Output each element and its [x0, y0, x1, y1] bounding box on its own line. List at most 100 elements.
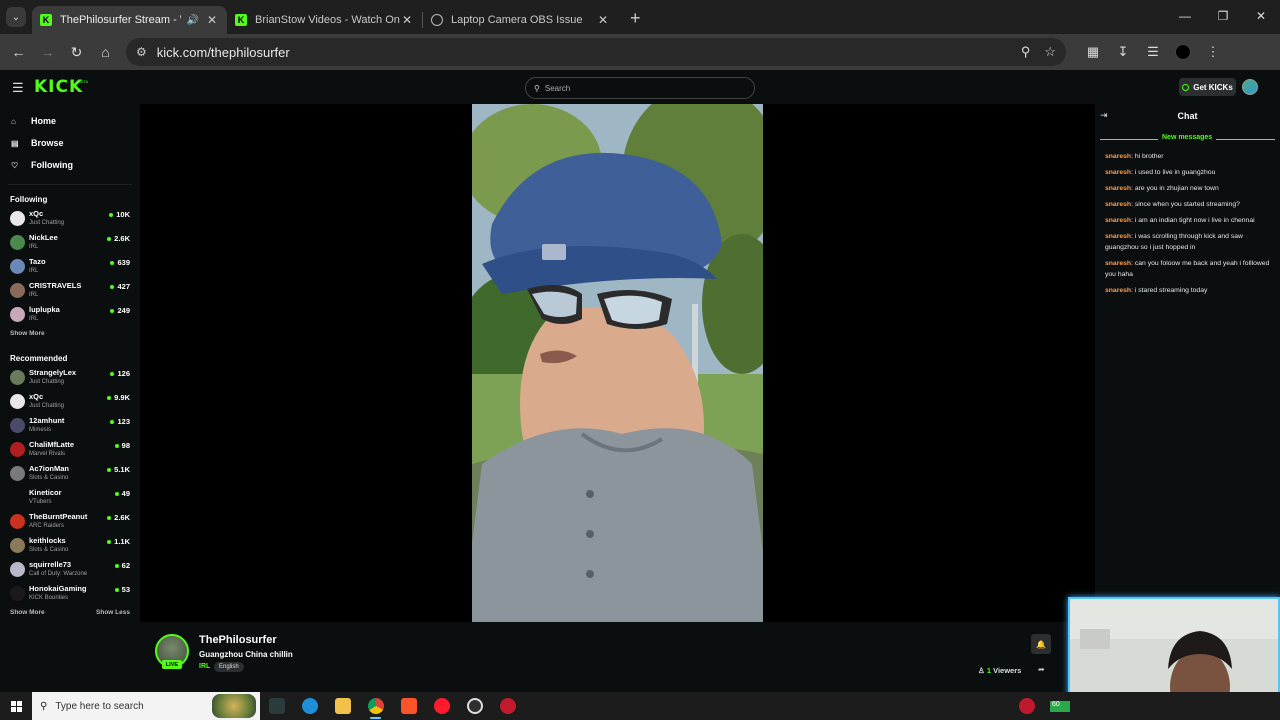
viewer-count-value: 62	[121, 561, 130, 570]
sidebar-channel-item[interactable]: 12amhunt Mimesis 123	[0, 414, 140, 438]
sidebar-channel-item[interactable]: StrangelyLex Just Chatting 126	[0, 366, 140, 390]
chat-username[interactable]: snaresh	[1105, 260, 1131, 267]
sidebar-channel-item[interactable]: Ac7ionMan Slots & Casino 5.1K	[0, 462, 140, 486]
sidebar-channel-item[interactable]: TheBurntPeanut ARC Raiders 2.6K	[0, 510, 140, 534]
chat-message: snaresh: since when you started streamin…	[1105, 201, 1240, 208]
chat-username[interactable]: snaresh	[1105, 169, 1131, 176]
window-close-icon[interactable]: ✕	[1242, 0, 1280, 32]
close-tab-icon[interactable]: ✕	[596, 13, 610, 27]
live-dot-icon	[114, 443, 119, 448]
sidebar-item-home[interactable]: ⌂ Home	[0, 110, 140, 132]
tray-record-icon[interactable]	[1019, 698, 1035, 714]
home-icon[interactable]: ⌂	[91, 44, 120, 60]
stream-video-frame[interactable]	[472, 104, 763, 622]
sidebar-channel-item[interactable]: xQc Just Chatting 9.9K	[0, 390, 140, 414]
sidebar-channel-item[interactable]: luplupka IRL 249	[0, 303, 140, 327]
chat-username[interactable]: snaresh	[1105, 201, 1131, 208]
window-controls: — ❐ ✕	[1166, 0, 1280, 32]
download-icon[interactable]: ↧	[1108, 44, 1138, 60]
minimize-icon[interactable]: —	[1166, 0, 1204, 32]
chat-username[interactable]: snaresh	[1105, 233, 1131, 240]
chat-title: Chat	[1177, 111, 1198, 121]
site-settings-icon[interactable]: ⚙	[136, 45, 147, 59]
sidebar-channel-item[interactable]: xQc Just Chatting 10K	[0, 207, 140, 231]
sidebar-channel-item[interactable]: ChaliMfLatte Marvel Rivals 98	[0, 438, 140, 462]
taskbar-app-terminal[interactable]	[260, 692, 293, 720]
taskbar-app-explorer[interactable]	[326, 692, 359, 720]
start-button[interactable]	[0, 692, 32, 720]
sidebar-item-browse[interactable]: ▤ Browse	[0, 132, 140, 154]
chat-username[interactable]: snaresh	[1105, 217, 1131, 224]
sidebar-channel-item[interactable]: CRISTRAVELS IRL 427	[0, 279, 140, 303]
notification-bell-button[interactable]: 🔔	[1031, 634, 1051, 654]
speaker-icon[interactable]: 🔊	[187, 15, 199, 26]
chat-message: snaresh: i was scrolling through kick an…	[1105, 233, 1243, 251]
sidebar-item-label: Following	[31, 160, 73, 170]
taskbar-app-opera[interactable]	[425, 692, 458, 720]
taskbar-app-obs[interactable]	[458, 692, 491, 720]
taskbar-search-input[interactable]: ⚲ Type here to search	[32, 692, 260, 720]
live-badge: LIVE	[162, 660, 182, 669]
new-tab-icon[interactable]: +	[630, 8, 641, 29]
sidebar-divider	[8, 184, 132, 185]
kick-logo[interactable]: KICK	[34, 77, 83, 97]
show-more-link[interactable]: Show More	[10, 330, 45, 344]
show-less-link[interactable]: Show Less	[96, 609, 130, 623]
browser-tab[interactable]: K ThePhilosurfer Stream - Watch Live 🔊 ✕	[32, 6, 227, 34]
menu-icon[interactable]: ⋮	[1198, 44, 1228, 60]
extensions-icon[interactable]: ▦	[1078, 44, 1108, 60]
address-bar[interactable]: ⚙ kick.com/thephilosurfer ⚲ ☆	[126, 38, 1066, 66]
sidebar-channel-item[interactable]: NickLee IRL 2.6K	[0, 231, 140, 255]
sidebar-channel-item[interactable]: Tazo IRL 639	[0, 255, 140, 279]
channel-avatar	[10, 586, 25, 601]
tab-title: BrianStow Videos - Watch On-Demand	[255, 14, 400, 26]
tray-badge[interactable]: 60	[1050, 701, 1070, 712]
bookmark-star-icon[interactable]: ☆	[1044, 44, 1056, 60]
url-text[interactable]: kick.com/thephilosurfer	[157, 45, 1007, 60]
channel-category: Marvel Rivals	[29, 451, 66, 457]
taskbar-app-chrome[interactable]	[359, 692, 392, 720]
taskbar-app-record[interactable]	[491, 692, 524, 720]
hamburger-menu-icon[interactable]: ☰	[12, 80, 24, 96]
chat-username[interactable]: snaresh	[1105, 153, 1131, 160]
search-input[interactable]: ⚲ Search	[525, 77, 755, 99]
live-dot-icon	[109, 212, 114, 217]
taskbar-app-edge[interactable]	[293, 692, 326, 720]
sidebar-item-following[interactable]: ♡ Following	[0, 154, 140, 176]
live-dot-icon	[114, 491, 119, 496]
live-dot-icon	[110, 308, 115, 313]
stream-category[interactable]: IRL	[199, 663, 210, 670]
profile-avatar[interactable]	[1175, 44, 1191, 60]
sidebar-channel-item[interactable]: squirrelle73 Call of Duty: Warzone 62	[0, 558, 140, 582]
chat-username[interactable]: snaresh	[1105, 185, 1131, 192]
sidebar-channel-item[interactable]: HonokaiGaming KICK Bounties 53	[0, 582, 140, 606]
back-icon[interactable]: ←	[4, 44, 33, 60]
tab-search-icon[interactable]: ⌄	[6, 7, 26, 27]
sidebar-channel-item[interactable]: keithlocks Slots & Casino 1.1K	[0, 534, 140, 558]
reload-icon[interactable]: ↻	[62, 44, 91, 61]
browser-tab[interactable]: K BrianStow Videos - Watch On-Demand ✕	[227, 6, 422, 34]
new-messages-label: New messages	[1158, 134, 1217, 141]
channel-name: xQc	[29, 209, 44, 218]
language-tag[interactable]: English	[214, 662, 244, 672]
media-control-icon[interactable]: ☰	[1138, 44, 1168, 60]
browser-tab[interactable]: Laptop Camera OBS Issue ✕	[423, 6, 618, 34]
forward-icon[interactable]: →	[33, 44, 62, 60]
streamer-name[interactable]: ThePhilosurfer	[199, 634, 277, 646]
sidebar-channel-item[interactable]: Kineticor VTubers 49	[0, 486, 140, 510]
show-more-link[interactable]: Show More	[10, 609, 45, 623]
maximize-icon[interactable]: ❐	[1204, 0, 1242, 32]
user-avatar[interactable]	[1242, 79, 1258, 95]
taskbar-app-brave[interactable]	[392, 692, 425, 720]
get-kicks-button[interactable]: Get KICKs	[1179, 78, 1236, 96]
channel-category: IRL	[29, 244, 39, 250]
channel-avatar	[10, 490, 25, 505]
zoom-icon[interactable]: ⚲	[1021, 44, 1031, 60]
live-dot-icon	[107, 395, 112, 400]
channel-viewers: 1.1K	[107, 537, 130, 546]
close-tab-icon[interactable]: ✕	[400, 13, 414, 27]
chat-username[interactable]: snaresh	[1105, 287, 1131, 294]
share-icon[interactable]: ➦	[1038, 665, 1045, 674]
viewer-count-value: 427	[117, 282, 130, 291]
close-tab-icon[interactable]: ✕	[205, 13, 219, 27]
